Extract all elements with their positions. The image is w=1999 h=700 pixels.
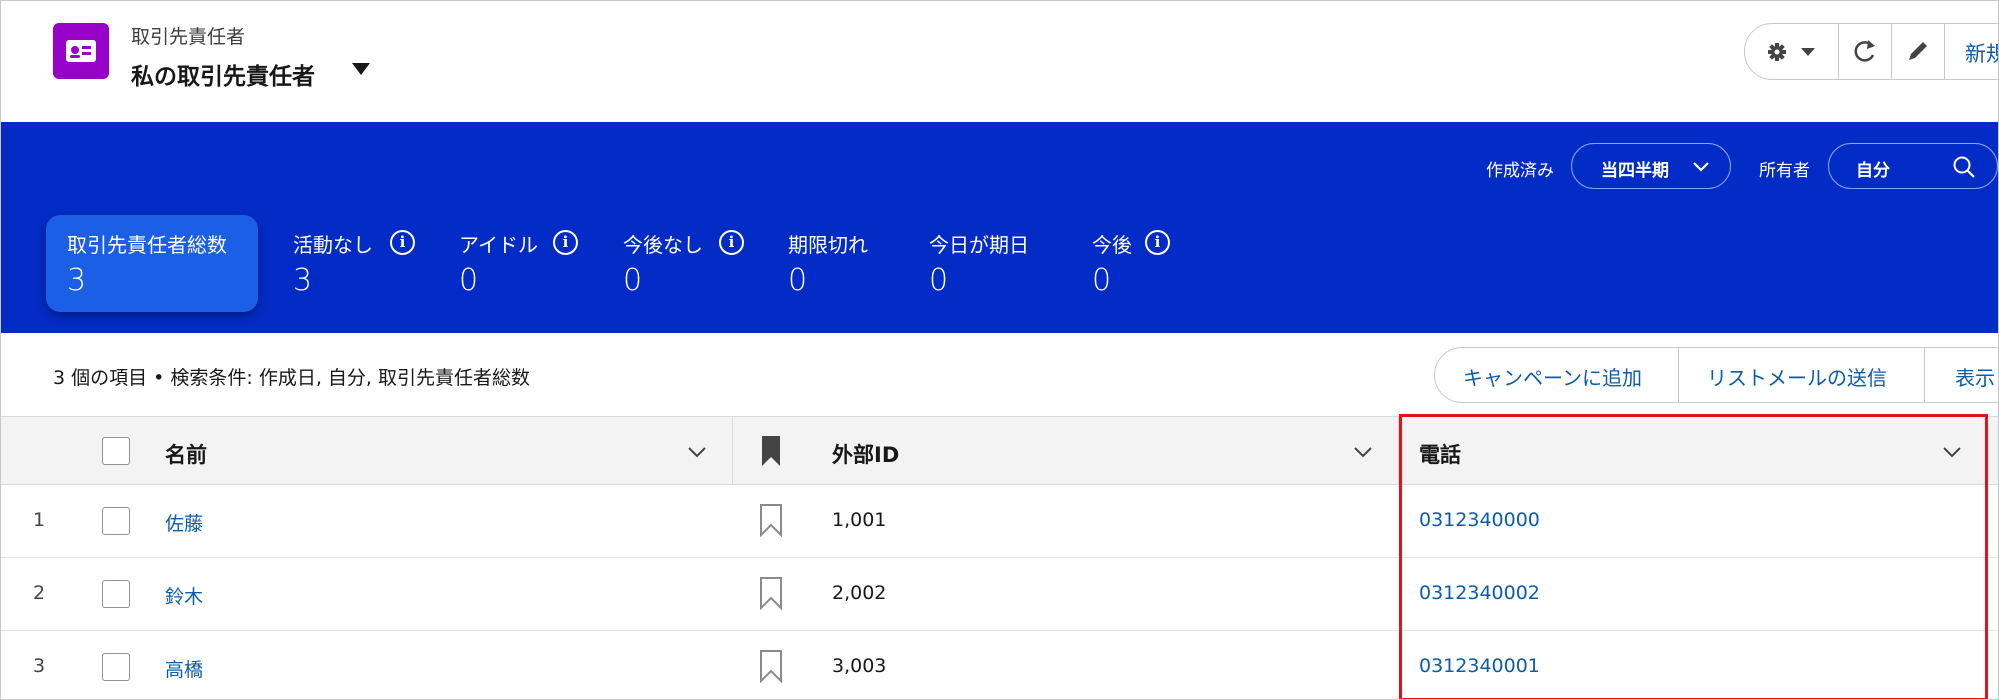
tile-value: 3 xyxy=(293,263,313,298)
column-divider[interactable] xyxy=(732,417,733,486)
info-icon[interactable]: i xyxy=(719,230,744,255)
created-filter-select[interactable]: 当四半期 xyxy=(1571,143,1731,189)
external-id-cell: 2,002 xyxy=(832,582,887,604)
tile-label: 今日が期日 xyxy=(929,233,1029,257)
chevron-down-icon[interactable] xyxy=(1353,445,1373,459)
bookmark-outline-icon[interactable] xyxy=(759,649,783,683)
tile-label: 活動なし xyxy=(293,233,373,257)
bookmark-outline-icon[interactable] xyxy=(759,503,783,537)
column-header-external-id[interactable]: 外部ID xyxy=(832,439,899,469)
row-number: 3 xyxy=(33,655,46,677)
contact-card-icon xyxy=(53,23,109,79)
tile-label: 今後 xyxy=(1092,233,1132,257)
row-checkbox[interactable] xyxy=(102,507,130,535)
select-all-checkbox[interactable] xyxy=(102,437,130,465)
contact-name-link[interactable]: 鈴木 xyxy=(165,582,203,609)
created-filter-value: 当四半期 xyxy=(1601,161,1669,181)
row-checkbox[interactable] xyxy=(102,653,130,681)
show-more-button[interactable]: 表示 xyxy=(1924,348,1998,402)
contact-name-link[interactable]: 佐藤 xyxy=(165,509,203,536)
tile-no-activity[interactable]: 活動なし i 3 xyxy=(293,215,423,312)
list-summary: 3 個の項目 • 検索条件: 作成日, 自分, 取引先責任者総数 xyxy=(53,367,531,389)
send-list-email-button[interactable]: リストメールの送信 xyxy=(1678,348,1924,402)
bookmark-outline-icon[interactable] xyxy=(759,576,783,610)
add-to-campaign-label: キャンペーンに追加 xyxy=(1463,366,1642,390)
phone-column-highlight xyxy=(1399,414,1988,699)
tile-idle[interactable]: アイドル i 0 xyxy=(459,215,589,312)
tile-label: アイドル xyxy=(459,233,538,257)
refresh-icon xyxy=(1854,40,1875,62)
search-icon[interactable] xyxy=(1952,155,1976,179)
gear-icon xyxy=(1768,43,1815,61)
app-frame: 取引先責任者 私の取引先責任者 新 作成済み 当四半期 所有者 自分 取引先責任… xyxy=(0,0,1999,700)
external-id-cell: 1,001 xyxy=(832,509,887,531)
column-header-name[interactable]: 名前 xyxy=(165,439,207,469)
tile-value: 3 xyxy=(67,263,87,298)
object-label: 取引先責任者 xyxy=(131,26,246,48)
owner-filter-input[interactable]: 自分 xyxy=(1828,143,1998,189)
row-number: 2 xyxy=(33,582,46,604)
list-action-group: キャンペーンに追加 リストメールの送信 表示 xyxy=(1434,347,1998,403)
show-more-label: 表示 xyxy=(1955,366,1995,390)
info-icon[interactable]: i xyxy=(1145,230,1170,255)
tile-label: 今後なし xyxy=(623,233,703,257)
list-view-header: 取引先責任者 私の取引先責任者 新 xyxy=(1,1,1998,122)
chevron-down-icon xyxy=(1693,162,1709,172)
send-list-email-label: リストメールの送信 xyxy=(1707,366,1887,390)
chevron-down-icon[interactable] xyxy=(687,445,707,459)
pencil-icon xyxy=(1909,42,1927,60)
kpi-panel: 作成済み 当四半期 所有者 自分 取引先責任者総数 3 活動なし i 3 アイド… xyxy=(1,122,1998,333)
row-number: 1 xyxy=(33,509,46,531)
list-view-title[interactable]: 私の取引先責任者 xyxy=(131,57,315,91)
tile-value: 0 xyxy=(929,263,949,298)
tile-no-upcoming[interactable]: 今後なし i 0 xyxy=(623,215,753,312)
created-filter-label: 作成済み xyxy=(1486,161,1554,181)
tile-value: 0 xyxy=(1092,263,1112,298)
info-icon[interactable]: i xyxy=(390,230,415,255)
list-header-button-group: 新規 xyxy=(1744,23,1998,80)
owner-filter-value: 自分 xyxy=(1856,161,1890,181)
external-id-cell: 3,003 xyxy=(832,655,887,677)
list-settings-button[interactable] xyxy=(1745,24,1838,79)
info-icon[interactable]: i xyxy=(553,230,578,255)
new-button-label: 新規 xyxy=(1965,42,1998,66)
tile-upcoming[interactable]: 今後 i 0 xyxy=(1092,215,1182,312)
refresh-button[interactable] xyxy=(1838,24,1891,79)
bookmark-icon[interactable] xyxy=(761,435,781,467)
tile-total-contacts[interactable]: 取引先責任者総数 3 xyxy=(46,215,258,312)
tile-due-today[interactable]: 今日が期日 0 xyxy=(929,215,1059,312)
tile-value: 0 xyxy=(459,263,479,298)
tile-value: 0 xyxy=(623,263,643,298)
new-button[interactable]: 新規 xyxy=(1944,24,1998,79)
tile-overdue[interactable]: 期限切れ 0 xyxy=(788,215,898,312)
list-view-dropdown-icon[interactable] xyxy=(352,63,370,75)
row-checkbox[interactable] xyxy=(102,580,130,608)
owner-filter-label: 所有者 xyxy=(1759,161,1810,181)
chevron-down-icon xyxy=(1801,48,1815,56)
tile-label: 期限切れ xyxy=(788,233,868,257)
contact-name-link[interactable]: 高橋 xyxy=(165,655,203,682)
tile-label: 取引先責任者総数 xyxy=(67,233,227,257)
add-to-campaign-button[interactable]: キャンペーンに追加 xyxy=(1435,348,1678,402)
tile-value: 0 xyxy=(788,263,808,298)
inline-edit-button[interactable] xyxy=(1891,24,1944,79)
